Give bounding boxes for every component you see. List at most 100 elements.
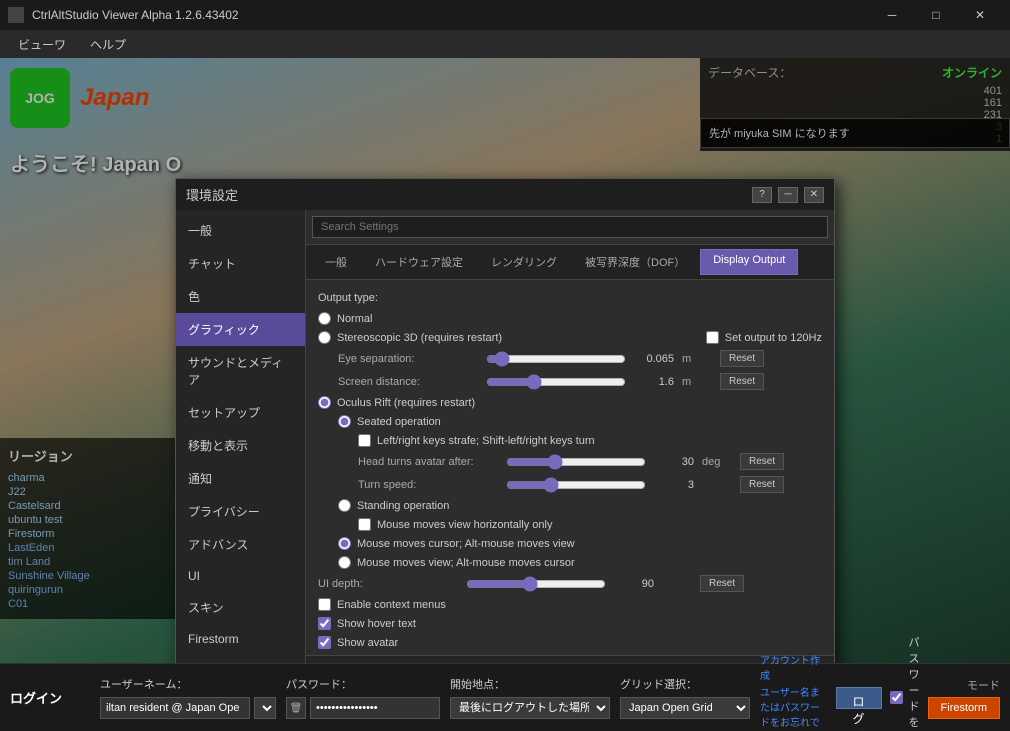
password-input[interactable]: [310, 697, 440, 719]
radio-stereo-label: Stereoscopic 3D (requires restart): [337, 332, 502, 344]
screen-dist-reset[interactable]: Reset: [720, 373, 764, 390]
dialog-title: 環境設定: [186, 185, 238, 204]
checkbox-120hz-label: Set output to 120Hz: [725, 332, 822, 344]
checkbox-context[interactable]: [318, 598, 331, 611]
menubar: ビューワ ヘルプ: [0, 30, 1010, 58]
create-account-link[interactable]: アカウント作成: [760, 652, 826, 682]
username-dropdown[interactable]: ▼: [254, 697, 276, 719]
minimize-button[interactable]: ─: [870, 0, 914, 30]
dialog-body: 一般 チャット 色 グラフィック サウンドとメディア セットアップ 移動と表示 …: [176, 210, 834, 700]
startloc-dropdown[interactable]: 最後にログアウトした場所: [450, 697, 610, 719]
sidebar-item-ui[interactable]: UI: [176, 561, 305, 591]
tab-hardware[interactable]: ハードウェア設定: [362, 249, 476, 275]
eye-sep-reset[interactable]: Reset: [720, 350, 764, 367]
radio-normal[interactable]: [318, 312, 331, 325]
screen-dist-slider[interactable]: [486, 374, 626, 390]
menu-viewer[interactable]: ビューワ: [8, 32, 76, 57]
radio-seated-row: Seated operation: [338, 415, 822, 428]
checkbox-leftright-label: Left/right keys strafe; Shift-left/right…: [377, 435, 595, 447]
checkbox-mouse-horiz[interactable]: [358, 518, 371, 531]
checkbox-avatar-row: Show avatar: [318, 636, 822, 649]
checkbox-leftright[interactable]: [358, 434, 371, 447]
checkbox-hover-row: Show hover text: [318, 617, 822, 630]
head-turns-slider[interactable]: [506, 454, 646, 470]
radio-mouse-view-row: Mouse moves view; Alt-mouse moves cursor: [338, 556, 822, 569]
sidebar-item-sound[interactable]: サウンドとメディア: [176, 346, 305, 396]
checkbox-hover-label: Show hover text: [337, 618, 416, 630]
forgot-password-link[interactable]: ユーザー名またはパスワードをお忘れですか？: [760, 684, 826, 731]
radio-seated[interactable]: [338, 415, 351, 428]
dialog-help-button[interactable]: ?: [752, 187, 772, 203]
checkbox-avatar[interactable]: [318, 636, 331, 649]
turn-speed-slider[interactable]: [506, 477, 646, 493]
turn-speed-value: 3: [654, 479, 694, 491]
dialog-main: 一般 ハードウェア設定 レンダリング 被写界深度（DOF） Display Ou…: [306, 210, 834, 700]
login-button[interactable]: ログイン: [836, 687, 882, 709]
radio-mouse-view[interactable]: [338, 556, 351, 569]
sidebar-item-color[interactable]: 色: [176, 280, 305, 313]
settings-dialog: 環境設定 ? ─ ✕ 一般 チャット 色 グラフィック サウンドとメディア セッ…: [175, 178, 835, 701]
radio-mouse-cursor[interactable]: [338, 537, 351, 550]
checkbox-120hz[interactable]: [706, 331, 719, 344]
app-icon: [8, 7, 24, 23]
sidebar-item-chat[interactable]: チャット: [176, 247, 305, 280]
bottom-right: ログイン パスワードを記憶 モード Firestorm: [836, 634, 1000, 731]
tab-dof[interactable]: 被写界深度（DOF）: [572, 249, 698, 275]
save-password-checkbox[interactable]: [890, 691, 903, 704]
sidebar-item-graphics[interactable]: グラフィック: [176, 313, 305, 346]
sidebar-item-privacy[interactable]: プライバシー: [176, 495, 305, 528]
radio-oculus-row: Oculus Rift (requires restart): [318, 396, 822, 409]
radio-normal-row: Normal: [318, 312, 822, 325]
sidebar-item-skin[interactable]: スキン: [176, 591, 305, 624]
radio-oculus[interactable]: [318, 396, 331, 409]
dialog-minimize-button[interactable]: ─: [778, 187, 798, 203]
head-turns-row: Head turns avatar after: 30 deg Reset: [358, 453, 822, 470]
sidebar-item-movement[interactable]: 移動と表示: [176, 429, 305, 462]
radio-standing-row: Standing operation: [338, 499, 822, 512]
titlebar: CtrlAltStudio Viewer Alpha 1.2.6.43402 ─…: [0, 0, 1010, 30]
sidebar-item-firestorm[interactable]: Firestorm: [176, 624, 305, 654]
turn-speed-row: Turn speed: 3 Reset: [358, 476, 822, 493]
head-turns-reset[interactable]: Reset: [740, 453, 784, 470]
radio-oculus-label: Oculus Rift (requires restart): [337, 397, 475, 409]
eye-sep-value: 0.065: [634, 353, 674, 365]
output-type-label: Output type:: [318, 292, 822, 304]
sidebar-item-setup[interactable]: セットアップ: [176, 396, 305, 429]
turn-speed-reset[interactable]: Reset: [740, 476, 784, 493]
dialog-content: Output type: Normal Stereoscopic 3D (req…: [306, 280, 834, 655]
dialog-titlebar: 環境設定 ? ─ ✕: [176, 179, 834, 210]
titlebar-left: CtrlAltStudio Viewer Alpha 1.2.6.43402: [8, 7, 239, 23]
maximize-button[interactable]: □: [914, 0, 958, 30]
close-button[interactable]: ✕: [958, 0, 1002, 30]
password-label: パスワード：: [286, 676, 440, 692]
ui-depth-reset[interactable]: Reset: [700, 575, 744, 592]
titlebar-title: CtrlAltStudio Viewer Alpha 1.2.6.43402: [32, 8, 239, 22]
checkbox-context-row: Enable context menus: [318, 598, 822, 611]
firestorm-button[interactable]: Firestorm: [928, 697, 1000, 719]
grid-dropdown[interactable]: Japan Open Grid: [620, 697, 750, 719]
radio-standing[interactable]: [338, 499, 351, 512]
turn-speed-label: Turn speed:: [358, 479, 498, 491]
checkbox-hover[interactable]: [318, 617, 331, 630]
menu-help[interactable]: ヘルプ: [80, 32, 136, 57]
save-password-label: パスワードを記憶: [909, 634, 920, 731]
main-area: JOG Japan ようこそ! Japan O データベース： オンライン 40…: [0, 58, 1010, 731]
tab-general[interactable]: 一般: [312, 249, 360, 275]
dialog-close-button[interactable]: ✕: [804, 187, 824, 203]
clear-password-icon[interactable]: 🗑: [286, 697, 306, 719]
radio-stereo[interactable]: [318, 331, 331, 344]
dialog-sidebar: 一般 チャット 色 グラフィック サウンドとメディア セットアップ 移動と表示 …: [176, 210, 306, 700]
eye-separation-row: Eye separation: 0.065 m Reset: [338, 350, 822, 367]
dialog-controls: ? ─ ✕: [752, 187, 824, 203]
sidebar-item-notify[interactable]: 通知: [176, 462, 305, 495]
sidebar-item-general[interactable]: 一般: [176, 214, 305, 247]
radio-normal-label: Normal: [337, 313, 372, 325]
tab-rendering[interactable]: レンダリング: [478, 249, 570, 275]
sidebar-item-advance[interactable]: アドバンス: [176, 528, 305, 561]
eye-separation-slider[interactable]: [486, 351, 626, 367]
search-input[interactable]: [312, 216, 828, 238]
tab-display-output[interactable]: Display Output: [700, 249, 798, 275]
eye-sep-label: Eye separation:: [338, 353, 478, 365]
ui-depth-slider[interactable]: [466, 576, 606, 592]
username-input[interactable]: [100, 697, 250, 719]
